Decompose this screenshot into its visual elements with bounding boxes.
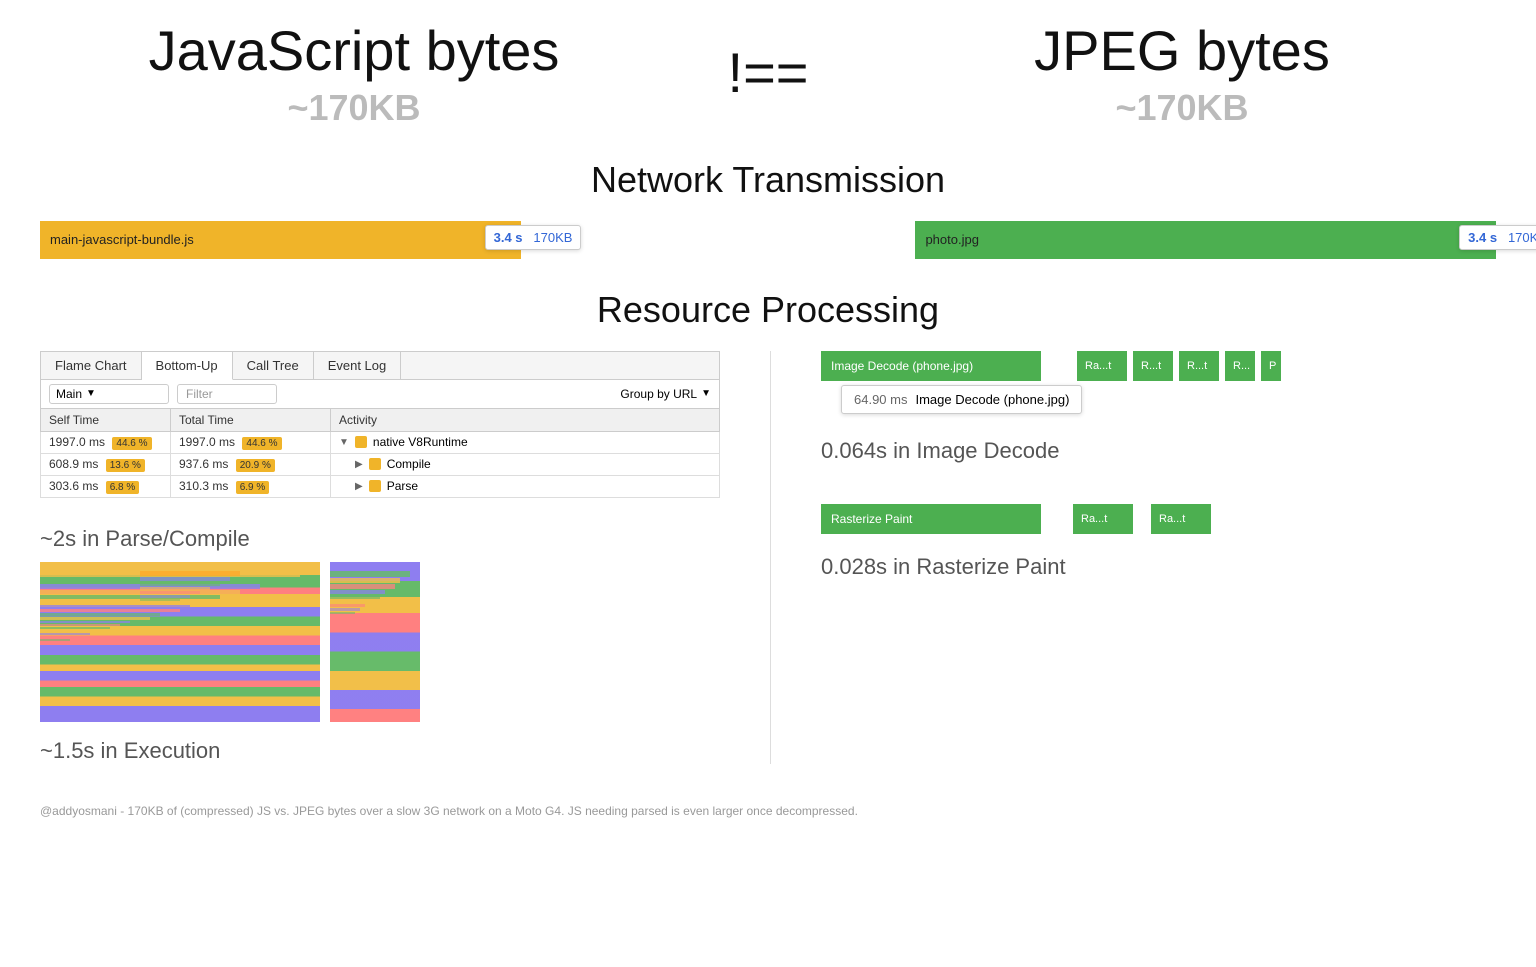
image-decode-tooltip-row: 64.90 ms Image Decode (phone.jpg) <box>841 385 1496 414</box>
table-row: 303.6 ms 6.8 % 310.3 ms 6.9 % ▶ Parse <box>41 475 720 497</box>
main-dropdown[interactable]: Main ▼ <box>49 384 169 404</box>
ra-t-bar-1: Ra...t <box>1077 351 1127 381</box>
jpg-bar-size: 170KB <box>1508 230 1536 245</box>
js-title: JavaScript bytes <box>40 20 668 82</box>
image-decode-row: Image Decode (phone.jpg) Ra...t R...t R.… <box>821 351 1496 381</box>
flame-svg-2 <box>330 562 420 722</box>
network-row: main-javascript-bundle.js 3.4 s 170KB ph… <box>40 221 1496 259</box>
activity-label-3: Parse <box>387 479 418 493</box>
jpg-bar-label: photo.jpg <box>925 232 979 247</box>
jpeg-title: JPEG bytes <box>868 20 1496 82</box>
js-size: ~170KB <box>40 87 668 129</box>
js-bar-label: main-javascript-bundle.js <box>50 232 194 247</box>
footer-text: @addyosmani - 170KB of (compressed) JS v… <box>40 804 1496 838</box>
parse-compile-annotation: ~2s in Parse/Compile <box>40 526 720 552</box>
self-time-3: 303.6 ms 6.8 % <box>41 475 171 497</box>
image-decode-timeline: Image Decode (phone.jpg) Ra...t R...t R.… <box>821 351 1496 414</box>
tooltip-time: 64.90 ms <box>854 392 907 407</box>
col-activity: Activity <box>331 408 720 431</box>
group-chevron-icon: ▼ <box>701 388 711 399</box>
flame-chart-image-1 <box>40 562 320 722</box>
filter-input[interactable]: Filter <box>177 384 277 404</box>
execution-annotation: ~1.5s in Execution <box>40 738 720 764</box>
jpg-bar: photo.jpg 3.4 s 170KB <box>915 221 1496 259</box>
jpg-bar-container: photo.jpg 3.4 s 170KB <box>788 221 1496 259</box>
network-transmission-title: Network Transmission <box>40 159 1496 201</box>
jpg-bar-time: 3.4 s <box>1468 230 1497 245</box>
resource-row: Flame Chart Bottom-Up Call Tree Event Lo… <box>40 351 1496 764</box>
rasterize-row: Rasterize Paint Ra...t Ra...t <box>821 504 1496 534</box>
table-row: 1997.0 ms 44.6 % 1997.0 ms 44.6 % ▼ nati… <box>41 431 720 453</box>
total-time-1: 1997.0 ms 44.6 % <box>171 431 331 453</box>
r-t-bar-2: R...t <box>1179 351 1219 381</box>
self-time-1: 1997.0 ms 44.6 % <box>41 431 171 453</box>
jpeg-size: ~170KB <box>868 87 1496 129</box>
flame-thumbnail <box>40 562 720 722</box>
jpeg-header-section: JPEG bytes ~170KB <box>868 20 1496 129</box>
js-bar-tooltip: 3.4 s 170KB <box>485 225 582 250</box>
jpg-bar-tooltip: 3.4 s 170KB <box>1459 225 1536 250</box>
self-time-2: 608.9 ms 13.6 % <box>41 453 171 475</box>
js-bar: main-javascript-bundle.js 3.4 s 170KB <box>40 221 521 259</box>
js-bar-time: 3.4 s <box>494 230 523 245</box>
tab-event-log[interactable]: Event Log <box>314 352 402 379</box>
activity-label-1: native V8Runtime <box>373 435 468 449</box>
expand-triangle-icon[interactable]: ▼ <box>339 437 349 448</box>
group-by-url-label: Group by URL <box>620 387 697 401</box>
activity-3: ▶ Parse <box>331 475 720 497</box>
rasterize-label: Rasterize Paint <box>831 512 912 526</box>
activity-color-box <box>369 480 381 492</box>
rasterize-bar: Rasterize Paint <box>821 504 1041 534</box>
col-total-time: Total Time <box>171 408 331 431</box>
rasterize-annotation: 0.028s in Rasterize Paint <box>821 554 1496 580</box>
vertical-divider <box>770 351 771 764</box>
total-time-3: 310.3 ms 6.9 % <box>171 475 331 497</box>
activity-color-box <box>355 436 367 448</box>
js-bar-size: 170KB <box>533 230 572 245</box>
not-equal-symbol: !== <box>668 40 868 105</box>
r-t-bar-1: R...t <box>1133 351 1173 381</box>
activity-2: ▶ Compile <box>331 453 720 475</box>
js-bar-container: main-javascript-bundle.js 3.4 s 170KB <box>40 221 748 259</box>
resource-processing-title: Resource Processing <box>40 289 1496 331</box>
chevron-down-icon: ▼ <box>86 388 96 399</box>
devtools-table: Self Time Total Time Activity 1997.0 ms … <box>40 408 720 498</box>
activity-color-box <box>369 458 381 470</box>
tab-call-tree[interactable]: Call Tree <box>233 352 314 379</box>
rasterize-timeline: Rasterize Paint Ra...t Ra...t <box>821 504 1496 534</box>
expand-triangle-icon[interactable]: ▶ <box>355 481 363 492</box>
tooltip-label: Image Decode (phone.jpg) <box>915 392 1069 407</box>
total-time-2: 937.6 ms 20.9 % <box>171 453 331 475</box>
image-decode-tooltip: 64.90 ms Image Decode (phone.jpg) <box>841 385 1082 414</box>
right-panel: Image Decode (phone.jpg) Ra...t R...t R.… <box>821 351 1496 764</box>
flame-chart-image-2 <box>330 562 420 722</box>
tab-flame-chart[interactable]: Flame Chart <box>41 352 142 379</box>
tab-bottom-up[interactable]: Bottom-Up <box>142 352 233 380</box>
flame-svg-1 <box>40 562 320 722</box>
image-decode-bar: Image Decode (phone.jpg) <box>821 351 1041 381</box>
ra-t-bar-3: Ra...t <box>1151 504 1211 534</box>
p-bar: P <box>1261 351 1281 381</box>
activity-label-2: Compile <box>387 457 431 471</box>
main-dropdown-label: Main <box>56 387 82 401</box>
ra-t-bar-2: Ra...t <box>1073 504 1133 534</box>
group-by-url[interactable]: Group by URL ▼ <box>620 387 711 401</box>
r-bar: R... <box>1225 351 1255 381</box>
expand-triangle-icon[interactable]: ▶ <box>355 459 363 470</box>
devtools-tabs: Flame Chart Bottom-Up Call Tree Event Lo… <box>40 351 720 379</box>
image-decode-annotation: 0.064s in Image Decode <box>821 438 1496 464</box>
table-row: 608.9 ms 13.6 % 937.6 ms 20.9 % ▶ Compil… <box>41 453 720 475</box>
activity-1: ▼ native V8Runtime <box>331 431 720 453</box>
not-equal-section: !== <box>668 20 868 105</box>
col-self-time: Self Time <box>41 408 171 431</box>
image-decode-label: Image Decode (phone.jpg) <box>831 359 973 373</box>
js-header-section: JavaScript bytes ~170KB <box>40 20 668 129</box>
left-panel: Flame Chart Bottom-Up Call Tree Event Lo… <box>40 351 720 764</box>
filter-placeholder: Filter <box>186 387 213 401</box>
devtools-toolbar: Main ▼ Filter Group by URL ▼ <box>40 379 720 408</box>
